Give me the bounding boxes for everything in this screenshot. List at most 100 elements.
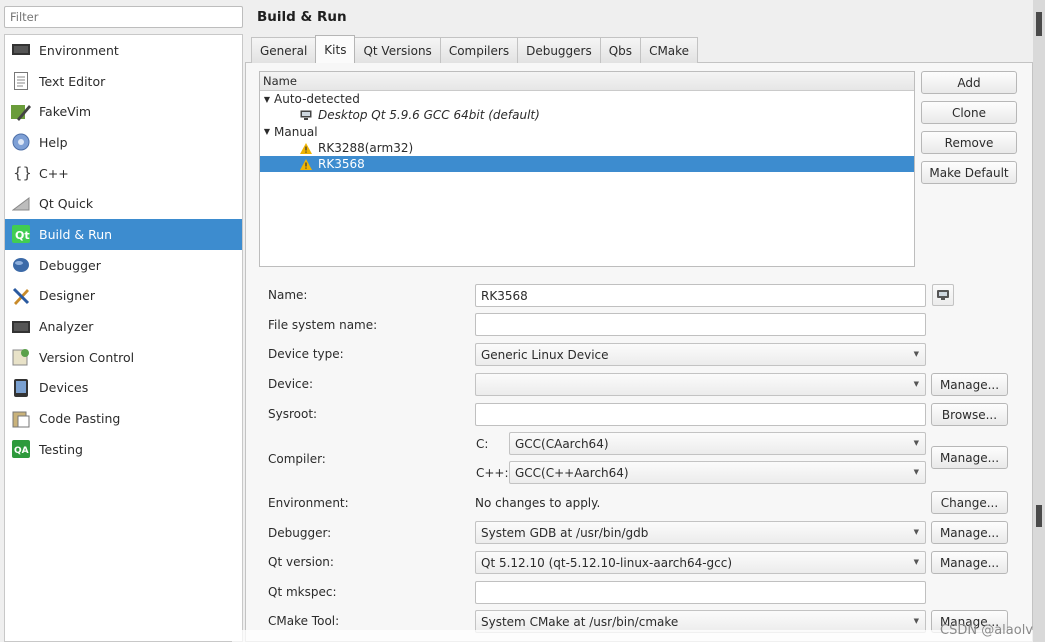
kit-row[interactable]: RK3568 [260, 156, 914, 173]
sidebar-item-label: Build & Run [39, 226, 113, 242]
add-kit-button[interactable]: Add [921, 71, 1017, 94]
sidebar-item-code-pasting[interactable]: Code Pasting [5, 403, 242, 434]
chevron-down-icon: ▼ [913, 617, 919, 625]
filter-input[interactable] [4, 6, 243, 28]
sidebar-item-label: Testing [39, 441, 83, 457]
kit-icon-button[interactable] [932, 284, 954, 306]
qt-mkspec-label: Qt mkspec: [268, 585, 337, 599]
version-control-icon [11, 347, 31, 367]
tab-debuggers[interactable]: Debuggers [517, 37, 601, 63]
sidebar-item-debugger[interactable]: Debugger [5, 250, 242, 281]
qt-quick-icon [11, 194, 31, 214]
tab-bar: General Kits Qt Versions Compilers Debuggers… [251, 35, 699, 63]
svg-text:QA: QA [14, 446, 29, 456]
tree-header-name[interactable]: Name [260, 72, 914, 91]
clone-kit-button[interactable]: Clone [921, 101, 1017, 124]
analyzer-icon [11, 317, 31, 337]
qt-version-label: Qt version: [268, 555, 334, 569]
device-select[interactable]: ▼ [475, 373, 926, 396]
manage-qt-version-button[interactable]: Manage... [931, 551, 1008, 574]
kits-tree[interactable]: Name ▼ Auto-detected Desktop Qt 5.9.6 GCC … [259, 71, 915, 267]
svg-text:Qt: Qt [15, 229, 30, 242]
desktop-icon [937, 290, 949, 300]
device-type-label: Device type: [268, 347, 344, 361]
kit-row[interactable]: Desktop Qt 5.9.6 GCC 64bit (default) [260, 107, 914, 123]
tab-general[interactable]: General [251, 37, 317, 63]
sidebar-item-label: Debugger [39, 257, 101, 273]
device-icon [11, 378, 31, 398]
compiler-c-label: C: [476, 437, 489, 451]
vertical-scrollbar[interactable] [1033, 0, 1045, 642]
sidebar-item-label: Text Editor [39, 73, 106, 89]
sidebar-item-help[interactable]: Help [5, 127, 242, 158]
device-type-select[interactable]: Generic Linux Device ▼ [475, 343, 926, 366]
qt-version-select[interactable]: Qt 5.12.10 (qt-5.12.10-linux-aarch64-gcc… [475, 551, 926, 574]
debugger-select[interactable]: System GDB at /usr/bin/gdb ▼ [475, 521, 926, 544]
chevron-down-icon: ▼ [913, 380, 919, 388]
expand-arrow-icon[interactable]: ▼ [260, 127, 274, 136]
sidebar-item-text-editor[interactable]: Text Editor [5, 66, 242, 97]
debugger-bug-icon [11, 255, 31, 275]
environment-label: Environment: [268, 496, 349, 510]
manage-device-button[interactable]: Manage... [931, 373, 1008, 396]
tree-group-auto-detected[interactable]: ▼ Auto-detected [260, 91, 914, 107]
sidebar-item-qt-quick[interactable]: Qt Quick [5, 188, 242, 219]
tab-compilers[interactable]: Compilers [439, 37, 519, 63]
remove-kit-button[interactable]: Remove [921, 131, 1017, 154]
qt-mkspec-field[interactable] [475, 581, 926, 604]
scrollbar-thumb-bottom[interactable] [1036, 505, 1042, 527]
file-system-name-field[interactable] [475, 313, 926, 336]
sidebar-item-label: Analyzer [39, 319, 94, 335]
sidebar-item-label: Code Pasting [39, 411, 121, 427]
sidebar-item-testing[interactable]: QA Testing [5, 434, 242, 465]
kit-label: RK3288(arm32) [318, 141, 414, 156]
sysroot-field[interactable] [475, 403, 926, 426]
sidebar-item-build-run[interactable]: Qt Build & Run [5, 219, 242, 250]
name-field[interactable]: RK3568 [475, 284, 926, 307]
expand-arrow-icon[interactable]: ▼ [260, 95, 274, 104]
kit-row[interactable]: RK3288(arm32) [260, 140, 914, 156]
debugger-label: Debugger: [268, 526, 332, 540]
sidebar-item-analyzer[interactable]: Analyzer [5, 311, 242, 342]
tab-kits[interactable]: Kits [315, 35, 356, 63]
tree-group-manual[interactable]: ▼ Manual [260, 124, 914, 140]
tab-qbs[interactable]: Qbs [599, 37, 642, 63]
sidebar-item-label: Environment [39, 42, 119, 58]
compiler-cpp-label: C++: [476, 466, 509, 480]
tab-cmake[interactable]: CMake [640, 37, 699, 63]
page-title: Build & Run [257, 9, 347, 25]
settings-category-list: Environment Text Editor FakeVim Help {} C++ Qt… [4, 34, 243, 642]
sidebar-item-c[interactable]: {} C++ [5, 158, 242, 189]
bottom-overlay [232, 630, 1045, 642]
warning-icon [298, 158, 314, 170]
watermark: CSDN @alaolv [940, 623, 1033, 638]
manage-debugger-button[interactable]: Manage... [931, 521, 1008, 544]
compiler-c-select[interactable]: GCC(CAarch64) ▼ [509, 432, 926, 455]
browse-sysroot-button[interactable]: Browse... [931, 403, 1008, 426]
sidebar-item-designer[interactable]: Designer [5, 281, 242, 312]
sidebar-item-devices[interactable]: Devices [5, 373, 242, 404]
compiler-cpp-value: GCC(C++Aarch64) [515, 465, 629, 480]
sidebar-item-label: Designer [39, 288, 95, 304]
make-default-button[interactable]: Make Default [921, 161, 1017, 184]
tab-qt-versions[interactable]: Qt Versions [354, 37, 441, 63]
device-type-value: Generic Linux Device [481, 347, 609, 362]
scrollbar-thumb-top[interactable] [1036, 12, 1042, 36]
sidebar-item-label: Version Control [39, 349, 135, 365]
sidebar-item-fakevim[interactable]: FakeVim [5, 96, 242, 127]
braces-icon: {} [11, 163, 31, 183]
sidebar-item-label: Help [39, 134, 68, 150]
sidebar-item-environment[interactable]: Environment [5, 35, 242, 66]
change-environment-button[interactable]: Change... [931, 491, 1008, 514]
compiler-cpp-select[interactable]: GCC(C++Aarch64) ▼ [509, 461, 926, 484]
manage-compiler-button[interactable]: Manage... [931, 446, 1008, 469]
sidebar-item-version-control[interactable]: Version Control [5, 342, 242, 373]
cmake-tool-value: System CMake at /usr/bin/cmake [481, 614, 679, 629]
compiler-label: Compiler: [268, 452, 326, 466]
chevron-down-icon: ▼ [913, 468, 919, 476]
filter-text-field[interactable] [10, 10, 237, 24]
desktop-icon [298, 110, 314, 121]
name-label: Name: [268, 288, 308, 302]
qa-testing-icon: QA [11, 439, 31, 459]
cmake-tool-label: CMake Tool: [268, 614, 340, 628]
